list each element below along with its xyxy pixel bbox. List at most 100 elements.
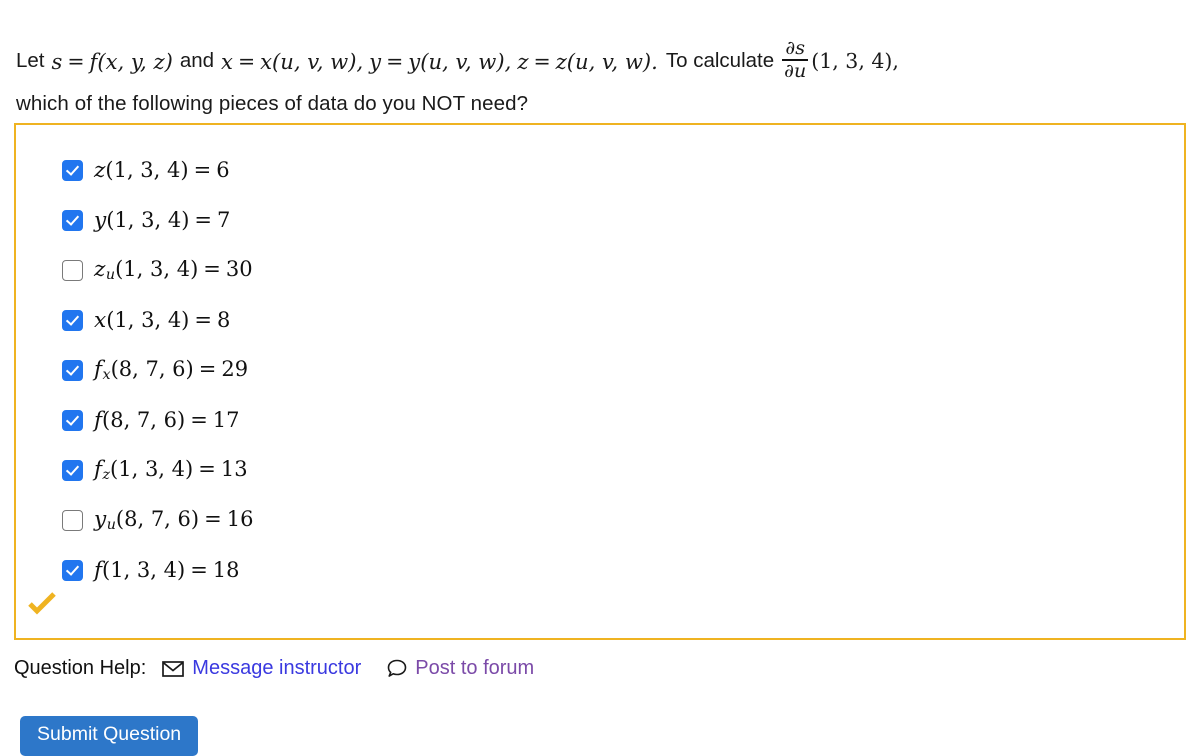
- partial-derivative-fraction: ∂s ∂u: [782, 37, 809, 82]
- var-z: z: [517, 48, 529, 74]
- gold-checkmark-icon: [28, 592, 56, 615]
- checkbox-checked[interactable]: [62, 309, 83, 331]
- func-y-args: (u, v, w),: [420, 48, 512, 74]
- choice-equals: =: [190, 557, 208, 582]
- choice-symbol: z: [94, 157, 106, 183]
- choice-symbol: x: [94, 307, 107, 333]
- choice-arguments: (8, 7, 6): [110, 356, 194, 381]
- choice-row[interactable]: y(1, 3, 4) = 7: [62, 195, 253, 245]
- choice-equals: =: [193, 157, 212, 182]
- func-z: z: [555, 48, 567, 74]
- question-help-label: Question Help:: [14, 657, 147, 679]
- choice-equals: =: [194, 307, 212, 332]
- checkbox-checked[interactable]: [62, 209, 83, 231]
- choice-arguments: (8, 7, 6): [115, 506, 200, 531]
- post-to-forum-link[interactable]: Post to forum: [387, 657, 534, 680]
- choice-value: 6: [216, 157, 230, 182]
- choice-row[interactable]: z(1, 3, 4) = 6: [62, 145, 253, 195]
- equals-1: =: [67, 49, 85, 74]
- message-instructor-link[interactable]: Message instructor: [162, 657, 361, 680]
- choice-symbol: z: [94, 256, 106, 282]
- choice-arguments: (1, 3, 4): [102, 557, 186, 582]
- checkbox-checked[interactable]: [62, 459, 83, 481]
- choice-subscript: x: [102, 367, 111, 384]
- message-instructor-label: Message instructor: [192, 657, 362, 679]
- choice-value: 29: [221, 356, 249, 381]
- choice-label: f(8, 7, 6) = 17: [94, 408, 240, 433]
- choice-value: 30: [225, 256, 253, 281]
- choice-subscript: u: [105, 267, 116, 284]
- choice-value: 7: [217, 207, 231, 232]
- choice-value: 16: [226, 506, 254, 531]
- evaluation-point: (1, 3, 4),: [811, 49, 899, 74]
- choice-label: fx(8, 7, 6) = 29: [94, 357, 248, 384]
- to-calculate-text: To calculate: [665, 49, 775, 73]
- choice-row[interactable]: fx(8, 7, 6) = 29: [62, 345, 253, 395]
- choice-label: zu(1, 3, 4) = 30: [94, 257, 253, 284]
- choice-row[interactable]: f(1, 3, 4) = 18: [62, 545, 253, 595]
- checkbox-checked[interactable]: [62, 159, 83, 181]
- submit-question-button[interactable]: Submit Question: [20, 716, 199, 756]
- fraction-denominator: ∂u: [784, 59, 807, 82]
- prompt-lead-text: Let: [16, 49, 45, 73]
- choice-label: y(1, 3, 4) = 7: [94, 208, 230, 233]
- equals-4: =: [533, 49, 551, 74]
- choice-symbol: f: [94, 456, 103, 482]
- choice-equals: =: [194, 207, 212, 232]
- equals-2: =: [237, 49, 256, 74]
- choice-equals: =: [204, 506, 222, 531]
- choice-label: f(1, 3, 4) = 18: [94, 558, 240, 583]
- fraction-numerator: ∂s: [785, 37, 805, 59]
- post-to-forum-label: Post to forum: [415, 657, 535, 679]
- choice-arguments: (1, 3, 4): [106, 207, 190, 232]
- choice-subscript: z: [102, 467, 111, 484]
- var-y: y: [369, 48, 382, 74]
- choice-value: 18: [212, 557, 240, 582]
- choice-arguments: (1, 3, 4): [115, 256, 199, 281]
- choice-equals: =: [198, 356, 217, 381]
- choice-symbol: f: [94, 407, 103, 433]
- choice-equals: =: [198, 456, 216, 481]
- var-s: s: [51, 48, 63, 74]
- checkbox-unchecked[interactable]: [62, 509, 83, 531]
- choice-row[interactable]: fz(1, 3, 4) = 13: [62, 445, 253, 495]
- func-x: x: [260, 48, 273, 74]
- choice-row[interactable]: f(8, 7, 6) = 17: [62, 395, 253, 445]
- choice-symbol: f: [94, 557, 103, 583]
- equals-3: =: [386, 49, 404, 74]
- func-x-args: (u, v, w),: [272, 48, 364, 74]
- choice-value: 17: [212, 407, 240, 432]
- answer-box: z(1, 3, 4) = 6 y(1, 3, 4) = 7 zu(1, 3, 4) = 30 x(…: [14, 123, 1186, 640]
- choice-value: 8: [216, 307, 231, 332]
- choice-row[interactable]: x(1, 3, 4) = 8: [62, 295, 253, 345]
- choice-row[interactable]: zu(1, 3, 4) = 30: [62, 245, 253, 295]
- choice-equals: =: [190, 407, 208, 432]
- checkbox-checked[interactable]: [62, 409, 83, 431]
- checkbox-unchecked[interactable]: [62, 259, 83, 281]
- choice-label: x(1, 3, 4) = 8: [94, 308, 230, 333]
- question-prompt-line-2: which of the following pieces of data do…: [16, 92, 529, 115]
- choice-value: 13: [220, 456, 248, 481]
- conjunction-and: and: [179, 49, 215, 73]
- choice-symbol: y: [94, 207, 107, 233]
- choice-row[interactable]: yu(8, 7, 6) = 16: [62, 495, 253, 545]
- choice-label: z(1, 3, 4) = 6: [94, 158, 230, 183]
- func-f-args: (x, y, z): [97, 48, 173, 74]
- checkbox-checked[interactable]: [62, 359, 83, 381]
- question-help-row: Question Help: Message instructor Post t…: [14, 657, 560, 680]
- checkbox-choice-list: z(1, 3, 4) = 6 y(1, 3, 4) = 7 zu(1, 3, 4) = 30 x(…: [62, 145, 253, 595]
- func-z-args: (u, v, w).: [566, 48, 658, 74]
- choice-label: yu(8, 7, 6) = 16: [94, 507, 253, 534]
- choice-equals: =: [203, 256, 221, 281]
- choice-arguments: (1, 3, 4): [106, 307, 190, 332]
- envelope-icon: [162, 660, 185, 677]
- choice-subscript: u: [106, 517, 116, 534]
- speech-bubble-icon: [387, 659, 407, 678]
- question-prompt-line-1: Let s = f (x, y, z) and x = x (u, v, w),…: [16, 37, 899, 82]
- func-f: f: [89, 48, 98, 74]
- var-x: x: [221, 48, 233, 74]
- choice-symbol: y: [94, 506, 107, 532]
- checkbox-checked[interactable]: [62, 559, 83, 581]
- choice-arguments: (1, 3, 4): [110, 456, 194, 481]
- choice-arguments: (8, 7, 6): [102, 407, 186, 432]
